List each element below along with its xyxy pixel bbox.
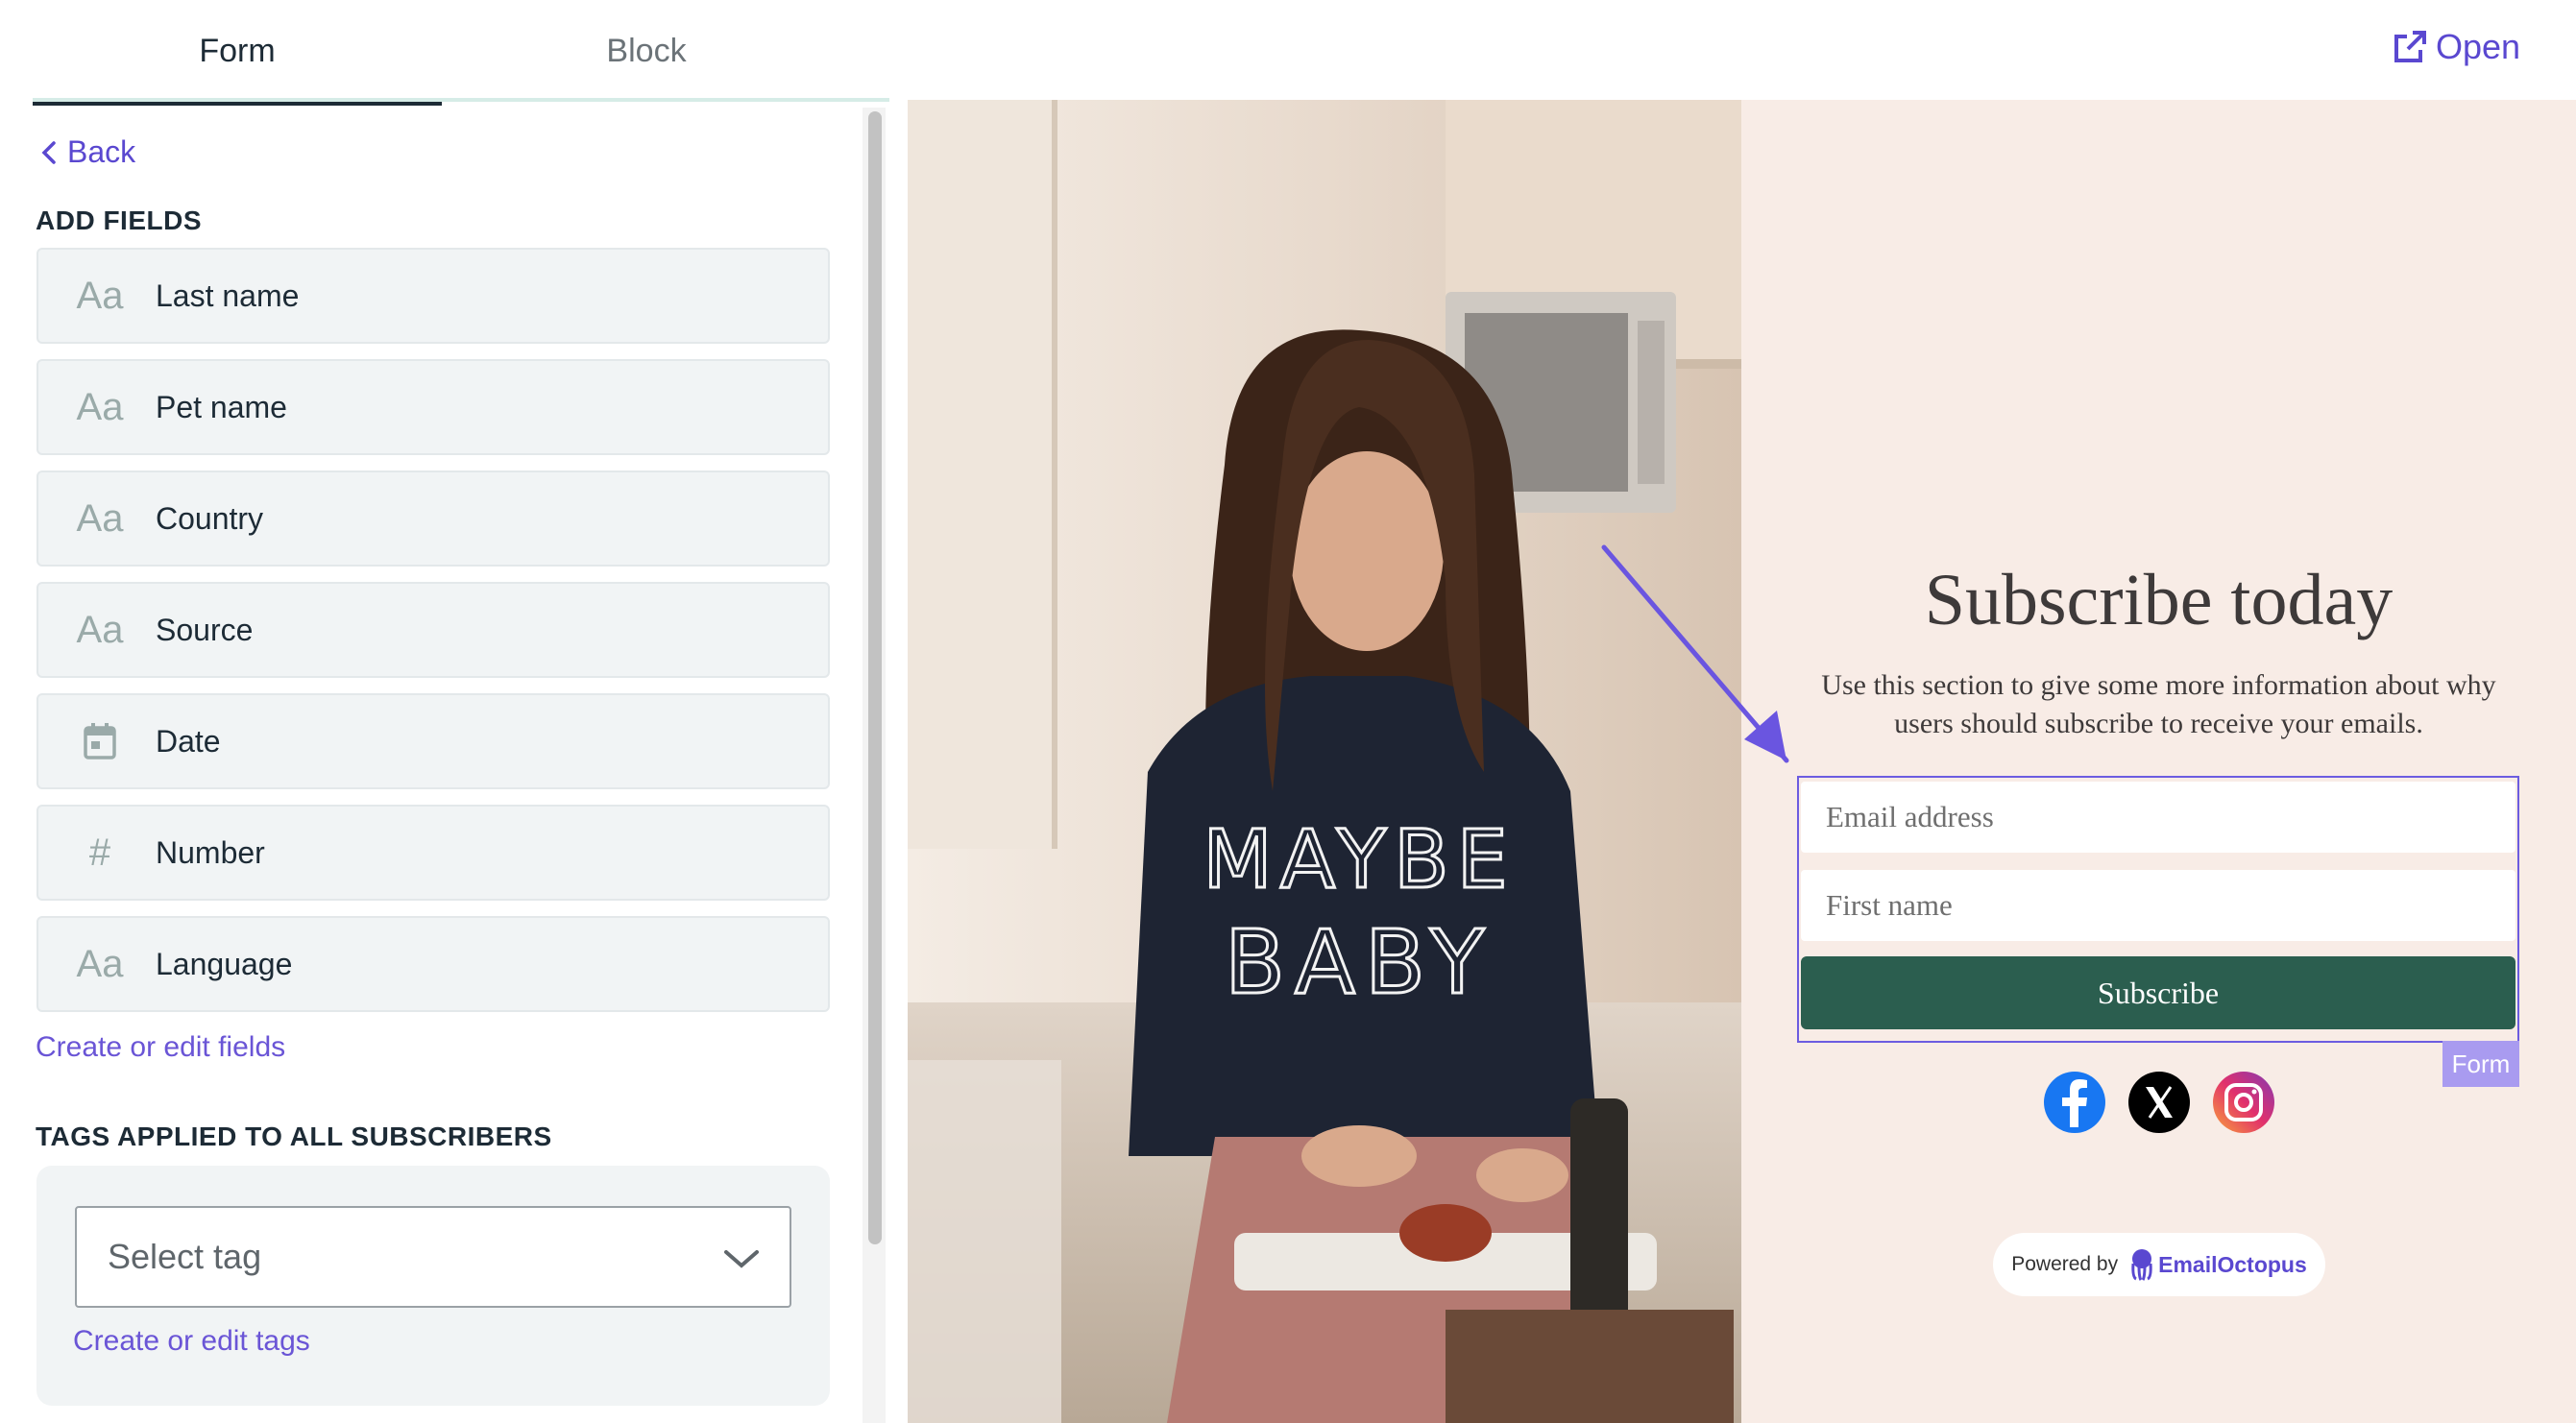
tab-form[interactable]: Form	[33, 0, 442, 106]
brand-name: EmailOctopus	[2158, 1251, 2307, 1277]
field-language[interactable]: Aa Language	[36, 916, 830, 1012]
external-link-icon	[2394, 31, 2426, 62]
field-last-name[interactable]: Aa Last name	[36, 248, 830, 344]
field-label: Language	[156, 946, 293, 981]
hero-image: MAYBE BABY	[908, 100, 1741, 1423]
create-edit-tags-link[interactable]: Create or edit tags	[73, 1325, 310, 1358]
open-button[interactable]: Open	[2392, 27, 2520, 67]
subscribe-form[interactable]: Email address First name Subscribe	[1797, 776, 2519, 1043]
brand-logo: EmailOctopus	[2129, 1248, 2307, 1281]
field-label: Pet name	[156, 389, 287, 424]
first-name-input[interactable]: First name	[1801, 870, 2515, 941]
field-source[interactable]: Aa Source	[36, 582, 830, 678]
tab-block[interactable]: Block	[442, 0, 851, 102]
shirt-text: BABY	[1225, 911, 1494, 1014]
chevron-left-icon	[41, 140, 56, 164]
x-twitter-icon[interactable]	[2127, 1072, 2190, 1133]
field-number[interactable]: # Number	[36, 805, 830, 901]
tags-panel: Select tag Create or edit tags	[36, 1166, 830, 1406]
tag-select[interactable]: Select tag	[75, 1206, 791, 1308]
tab-bar: Form Block	[33, 0, 889, 106]
text-field-icon: Aa	[76, 942, 124, 985]
form-title: Subscribe today	[1924, 560, 2394, 640]
calendar-icon	[38, 722, 123, 760]
social-links	[1741, 1072, 2576, 1133]
field-label: Date	[156, 723, 221, 759]
powered-by-label: Powered by	[2011, 1253, 2119, 1275]
text-field-icon: Aa	[76, 608, 124, 651]
back-label: Back	[67, 134, 136, 169]
sidebar-scrollbar[interactable]	[863, 108, 886, 1423]
form-description: Use this section to give some more infor…	[1821, 669, 2496, 739]
field-label: Source	[156, 612, 254, 647]
create-edit-fields-link[interactable]: Create or edit fields	[36, 1031, 285, 1064]
text-field-icon: Aa	[76, 274, 124, 317]
email-input[interactable]: Email address	[1801, 782, 2515, 853]
text-field-icon: Aa	[76, 385, 124, 428]
field-date[interactable]: Date	[36, 693, 830, 789]
field-country[interactable]: Aa Country	[36, 470, 830, 567]
field-label: Last name	[156, 277, 300, 313]
scrollbar-thumb[interactable]	[868, 111, 882, 1244]
field-label: Number	[156, 834, 265, 870]
field-pet-name[interactable]: Aa Pet name	[36, 359, 830, 455]
tags-heading: TAGS APPLIED TO ALL SUBSCRIBERS	[36, 1122, 552, 1151]
open-label: Open	[2436, 27, 2521, 66]
powered-by-badge[interactable]: Powered by EmailOctopus	[1993, 1233, 2325, 1296]
octopus-icon	[2131, 1249, 2152, 1281]
add-fields-heading: ADD FIELDS	[36, 205, 202, 235]
editor-panel: Form Block Back ADD FIELDS Aa Last name …	[0, 0, 897, 1423]
text-field-icon: Aa	[76, 496, 124, 540]
tag-select-value: Select tag	[108, 1237, 262, 1276]
back-link[interactable]: Back	[38, 134, 135, 170]
instagram-icon[interactable]	[2212, 1072, 2274, 1133]
form-preview: MAYBE BABY Subscribe today Use this sect…	[908, 100, 2576, 1423]
chevron-down-icon	[724, 1250, 759, 1268]
shirt-text: MAYBE	[1203, 812, 1515, 906]
subscribe-button[interactable]: Subscribe	[1801, 956, 2515, 1029]
hash-icon: #	[88, 831, 111, 874]
facebook-icon[interactable]	[2043, 1072, 2105, 1133]
form-section: Subscribe today Use this section to give…	[1741, 100, 2576, 1423]
field-label: Country	[156, 500, 264, 536]
